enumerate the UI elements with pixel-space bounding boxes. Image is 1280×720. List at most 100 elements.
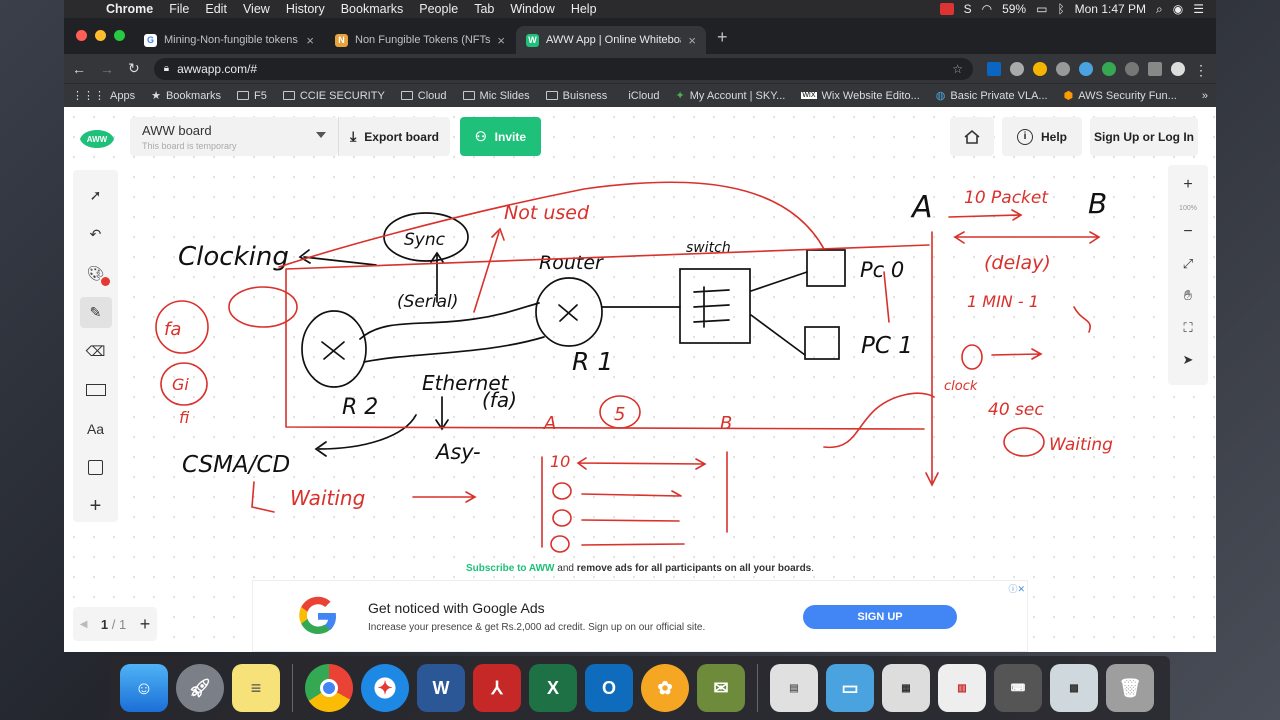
- address-bar[interactable]: 🔒︎ awwapp.com/# ☆: [153, 57, 973, 80]
- ad-body: Increase your presence & get Rs.2,000 ad…: [368, 622, 706, 633]
- async-text: Asy-: [434, 440, 481, 464]
- menu-help[interactable]: Help: [563, 2, 605, 16]
- bookmark-icloud[interactable]: iCloud: [623, 90, 659, 102]
- siri-icon[interactable]: ◉: [1173, 2, 1183, 16]
- trash-icon[interactable]: 🗑︎: [1106, 664, 1154, 712]
- launchpad-icon[interactable]: 🚀︎: [176, 664, 224, 712]
- bookmark-ccie[interactable]: CCIE SECURITY: [282, 90, 385, 102]
- notes-icon[interactable]: ≡: [232, 664, 280, 712]
- bookmark-label: Cloud: [417, 89, 447, 102]
- folder-dock-icon[interactable]: ▭: [826, 664, 874, 712]
- csv-file-icon[interactable]: ▤: [770, 664, 818, 712]
- spreadsheet-thumbnail-icon[interactable]: ▩: [1050, 664, 1098, 712]
- chrome-extension-icon[interactable]: [1033, 61, 1047, 76]
- keyboard-thumbnail-icon[interactable]: ⌨: [994, 664, 1042, 712]
- r2-text: R 2: [342, 395, 378, 420]
- menu-app-name[interactable]: Chrome: [98, 2, 161, 16]
- bookmark-label: iCloud: [628, 89, 660, 102]
- extensions-area: ⋮: [987, 61, 1208, 78]
- fi-text: fi: [179, 408, 190, 427]
- close-tab-icon[interactable]: ×: [497, 33, 505, 48]
- menu-people[interactable]: People: [411, 2, 466, 16]
- notification-center-icon[interactable]: ☰: [1193, 2, 1204, 16]
- menu-file[interactable]: File: [161, 2, 197, 16]
- outlook-icon[interactable]: O: [585, 664, 633, 712]
- page-indicator: 1 / 1: [101, 617, 126, 632]
- zoom-window-button[interactable]: [114, 30, 125, 41]
- document-thumbnail-icon[interactable]: ▦: [882, 664, 930, 712]
- page-total: / 1: [111, 616, 127, 632]
- packet-circle-1: [552, 482, 572, 500]
- grammarly-extension-icon[interactable]: [1102, 61, 1116, 76]
- new-tab-button[interactable]: +: [707, 27, 738, 54]
- menu-edit[interactable]: Edit: [197, 2, 235, 16]
- pdf-thumbnail-icon[interactable]: ▥: [938, 664, 986, 712]
- ad-signup-button[interactable]: SIGN UP: [803, 605, 957, 629]
- tab-aww-app[interactable]: W AWW App | Online Whiteboard ×: [516, 26, 706, 54]
- prev-page-icon[interactable]: ◀: [80, 619, 88, 630]
- five-text: 5: [614, 404, 625, 425]
- mail-app-icon[interactable]: ✉: [697, 664, 745, 712]
- bookmark-bookmarks[interactable]: ★ Bookmarks: [151, 89, 221, 103]
- linkedin-extension-icon[interactable]: [987, 61, 1001, 76]
- tab-strip: G Mining-Non-fungible tokens - × N Non F…: [64, 18, 1216, 54]
- adchoices-icon[interactable]: ⓘ✕: [1008, 582, 1025, 595]
- extension-icon[interactable]: [1010, 61, 1024, 76]
- clocking-text: Clocking: [178, 242, 289, 272]
- menu-tab[interactable]: Tab: [466, 2, 502, 16]
- photos-app-icon[interactable]: ✿: [641, 664, 689, 712]
- whiteboard-canvas[interactable]: Clocking Sync Router switch Pc 0 PC 1 (S…: [64, 107, 1216, 557]
- bookmark-f5[interactable]: F5: [236, 90, 267, 102]
- bookmark-private-vlan[interactable]: ◍ Basic Private VLA...: [936, 89, 1048, 103]
- menu-bookmarks[interactable]: Bookmarks: [333, 2, 412, 16]
- google-ads-banner[interactable]: Get noticed with Google Ads Increase you…: [252, 580, 1028, 652]
- finder-icon[interactable]: ☺: [120, 664, 168, 712]
- bookmarks-overflow-icon[interactable]: »: [1202, 90, 1208, 102]
- clock[interactable]: Mon 1:47 PM: [1075, 2, 1146, 16]
- delay-arrow: [953, 231, 1101, 244]
- tab-mining-nft[interactable]: G Mining-Non-fungible tokens - ×: [134, 26, 324, 54]
- close-tab-icon[interactable]: ×: [688, 33, 696, 48]
- add-page-button[interactable]: +: [140, 614, 151, 635]
- spotlight-icon[interactable]: ⌕: [1156, 2, 1163, 17]
- word-icon[interactable]: W: [417, 664, 465, 712]
- bookmark-label: Bookmarks: [165, 89, 221, 102]
- chrome-dock-icon[interactable]: [305, 664, 353, 712]
- extension-icon[interactable]: [1079, 61, 1093, 76]
- back-icon[interactable]: ←: [72, 61, 86, 77]
- subscribe-and: and: [554, 563, 577, 574]
- bookmark-wix[interactable]: WIX Wix Website Edito...: [801, 90, 920, 102]
- tab-nft-article[interactable]: N Non Fungible Tokens (NFTs): A ×: [325, 26, 515, 54]
- bookmark-star-icon[interactable]: ☆: [952, 62, 963, 76]
- more-menu-icon[interactable]: ⋮: [1194, 62, 1208, 78]
- extension-icon[interactable]: [1056, 61, 1070, 76]
- bookmark-mic-slides[interactable]: Mic Slides: [462, 90, 530, 102]
- forward-icon[interactable]: →: [100, 61, 114, 77]
- menu-history[interactable]: History: [278, 2, 333, 16]
- puzzle-extensions-icon[interactable]: [1148, 61, 1162, 76]
- subscribe-link[interactable]: Subscribe to AWW: [466, 563, 555, 574]
- reload-icon[interactable]: ↻: [128, 60, 140, 77]
- menu-view[interactable]: View: [235, 2, 278, 16]
- safari-icon[interactable]: ✦: [361, 664, 409, 712]
- recording-icon[interactable]: [939, 3, 954, 15]
- bookmark-buisness[interactable]: Buisness: [545, 90, 607, 102]
- bookmark-cloud[interactable]: Cloud: [400, 89, 447, 102]
- profile-avatar-icon[interactable]: [1171, 61, 1185, 76]
- bluetooth-icon[interactable]: ᛒ: [1057, 2, 1064, 16]
- bookmark-sky[interactable]: ✦ My Account | SKY...: [676, 89, 786, 103]
- close-window-button[interactable]: [76, 30, 87, 41]
- excel-icon[interactable]: X: [529, 664, 577, 712]
- skype-icon[interactable]: S: [964, 2, 972, 16]
- close-tab-icon[interactable]: ×: [306, 33, 314, 48]
- bookmark-aws[interactable]: ⬢ AWS Security Fun...: [1064, 89, 1177, 103]
- bookmark-apps[interactable]: ⋮⋮⋮ Apps: [72, 89, 135, 103]
- gi-text: Gi: [172, 375, 189, 394]
- menu-window[interactable]: Window: [502, 2, 562, 16]
- battery-percent[interactable]: 59%: [1002, 2, 1026, 16]
- extension-icon[interactable]: [1125, 61, 1139, 76]
- wifi-icon[interactable]: ◠: [982, 2, 992, 16]
- ten-packet-text: 10 Packet: [964, 188, 1049, 208]
- acrobat-icon[interactable]: ⅄: [473, 664, 521, 712]
- minimize-window-button[interactable]: [95, 30, 106, 41]
